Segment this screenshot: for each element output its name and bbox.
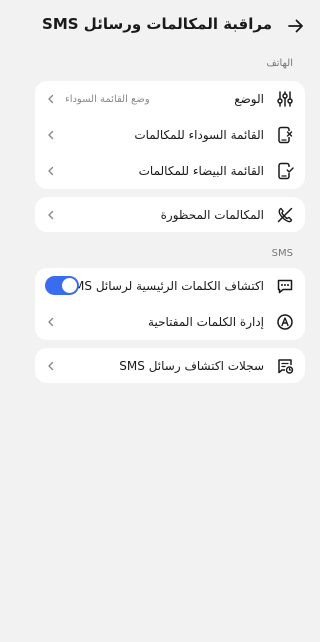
sms-keyword-detection-toggle[interactable] — [45, 276, 79, 295]
section-label-sms: SMS — [271, 248, 293, 259]
blocked-calls-row[interactable]: المكالمات المحظورة — [35, 197, 305, 233]
message-log-icon — [275, 356, 295, 376]
phone-block-icon — [275, 125, 295, 145]
keyword-management-label: إدارة الكلمات المفتاحية — [148, 315, 264, 329]
chevron-left-icon — [44, 128, 58, 142]
sms-logs-card: سجلات اكتشاف رسائل SMS — [35, 348, 305, 383]
phone-settings-card: الوضع وضع القائمة السوداء القائمة السودا… — [35, 81, 305, 189]
sms-settings-card: اكتشاف الكلمات الرئيسية لرسائل SMS إدارة… — [35, 268, 305, 340]
chevron-left-icon — [44, 315, 58, 329]
message-icon — [275, 276, 295, 296]
page: مراقبة المكالمات ورسائل SMS الهاتف الوضع… — [21, 0, 320, 642]
sms-detection-logs-row[interactable]: سجلات اكتشاف رسائل SMS — [35, 348, 305, 384]
sms-keyword-detection-row: اكتشاف الكلمات الرئيسية لرسائل SMS — [35, 268, 305, 304]
sliders-icon — [275, 89, 295, 109]
blocked-calls-label: المكالمات المحظورة — [160, 208, 264, 222]
call-whitelist-label: القائمة البيضاء للمكالمات — [138, 164, 264, 178]
top-bar: مراقبة المكالمات ورسائل SMS — [21, 0, 320, 52]
chevron-left-icon — [44, 359, 58, 373]
toggle-knob — [62, 278, 77, 293]
sms-keyword-detection-label: اكتشاف الكلمات الرئيسية لرسائل SMS — [66, 279, 264, 293]
page-title: مراقبة المكالمات ورسائل SMS — [42, 15, 272, 33]
call-whitelist-row[interactable]: القائمة البيضاء للمكالمات — [35, 153, 305, 189]
blocked-call-icon — [275, 205, 295, 225]
keyword-icon — [275, 312, 295, 332]
chevron-left-icon — [44, 164, 58, 178]
back-button[interactable] — [284, 14, 308, 38]
chevron-left-icon — [44, 92, 58, 106]
chevron-left-icon — [44, 208, 58, 222]
arrow-right-icon — [288, 19, 303, 33]
section-label-phone: الهاتف — [266, 58, 293, 69]
sms-detection-logs-label: سجلات اكتشاف رسائل SMS — [119, 359, 264, 373]
call-blacklist-label: القائمة السوداء للمكالمات — [134, 128, 264, 142]
mode-value: وضع القائمة السوداء — [65, 93, 150, 105]
phone-allow-icon — [275, 161, 295, 181]
call-blacklist-row[interactable]: القائمة السوداء للمكالمات — [35, 117, 305, 153]
mode-label: الوضع — [234, 92, 264, 106]
keyword-management-row[interactable]: إدارة الكلمات المفتاحية — [35, 304, 305, 340]
blocked-calls-card: المكالمات المحظورة — [35, 197, 305, 232]
mode-row[interactable]: الوضع وضع القائمة السوداء — [35, 81, 305, 117]
